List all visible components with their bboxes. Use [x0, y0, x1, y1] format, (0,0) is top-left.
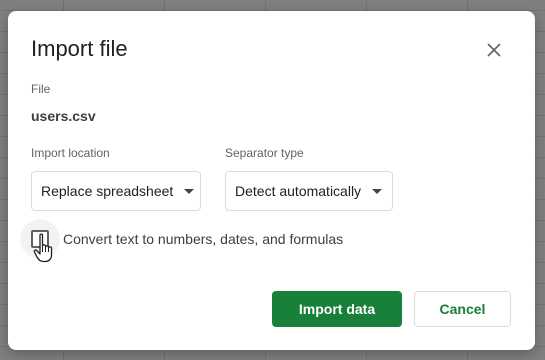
- convert-text-label[interactable]: Convert text to numbers, dates, and form…: [63, 231, 343, 247]
- convert-text-checkbox[interactable]: [20, 219, 60, 263]
- import-file-dialog: Import file File users.csv Import locati…: [8, 11, 535, 350]
- separator-type-select[interactable]: Detect automatically: [225, 171, 393, 211]
- file-name: users.csv: [31, 108, 96, 124]
- import-location-select[interactable]: Replace spreadsheet: [31, 171, 201, 211]
- import-data-button[interactable]: Import data: [272, 291, 402, 327]
- close-button[interactable]: [480, 38, 508, 62]
- import-location-label: Import location: [31, 146, 110, 160]
- hand-cursor-icon: [33, 233, 53, 263]
- separator-type-value: Detect automatically: [235, 183, 362, 199]
- file-label: File: [31, 82, 51, 96]
- close-icon: [487, 43, 501, 57]
- import-location-value: Replace spreadsheet: [41, 183, 174, 199]
- dialog-title: Import file: [31, 36, 128, 61]
- separator-type-label: Separator type: [225, 146, 304, 160]
- chevron-down-icon: [184, 188, 195, 194]
- convert-text-option: Convert text to numbers, dates, and form…: [20, 219, 343, 263]
- cancel-button[interactable]: Cancel: [414, 291, 511, 327]
- chevron-down-icon: [372, 188, 383, 194]
